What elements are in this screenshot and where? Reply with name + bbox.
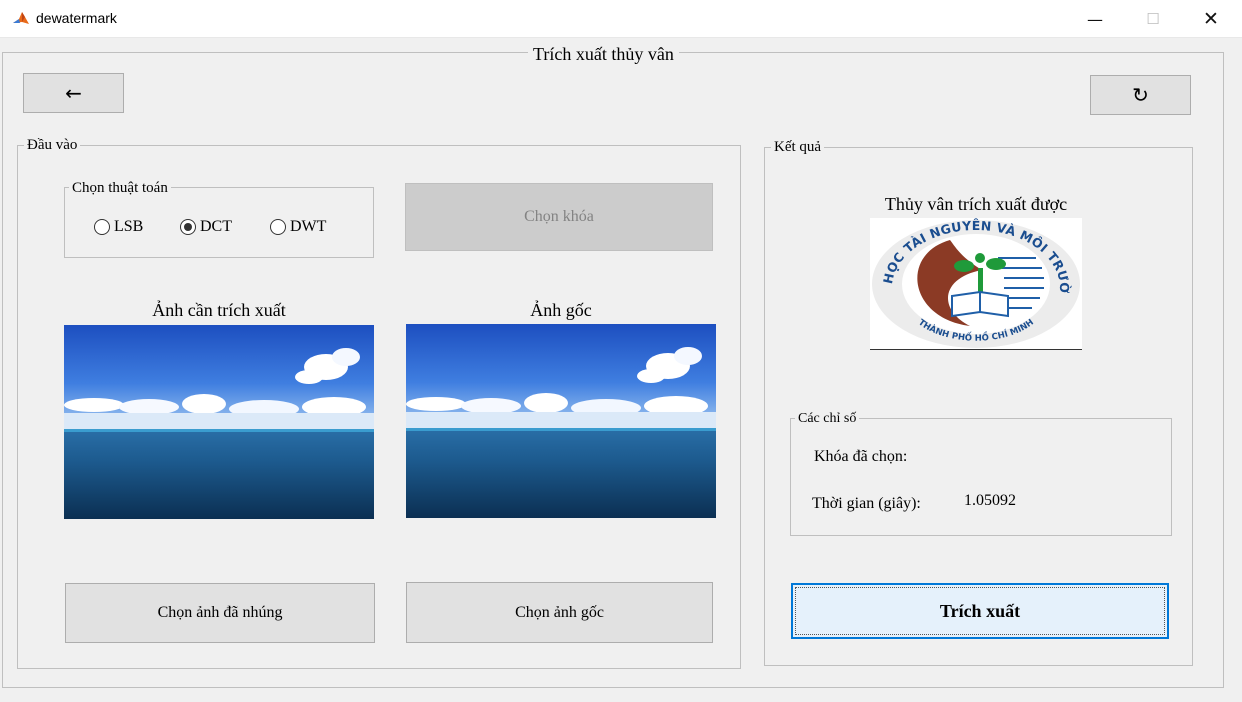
metrics-group-title: Các chỉ số bbox=[795, 412, 860, 426]
radio-dct-circle bbox=[180, 219, 196, 235]
refresh-icon: ↻ bbox=[1132, 83, 1149, 107]
extracted-watermark-image: ĐẠI HỌC TÀI NGUYÊN VÀ MÔI TRƯỜNG THÀNH P… bbox=[870, 218, 1082, 350]
extract-button[interactable]: Trích xuất bbox=[791, 583, 1169, 639]
radio-dwt-label: DWT bbox=[290, 218, 327, 235]
choose-key-button: Chọn khóa bbox=[405, 183, 713, 251]
radio-lsb[interactable]: LSB bbox=[94, 218, 143, 236]
back-arrow-icon: ← bbox=[65, 81, 82, 105]
selected-key-label: Khóa đã chọn: bbox=[814, 448, 908, 465]
original-image bbox=[406, 324, 716, 518]
maximize-button[interactable]: ☐ bbox=[1124, 0, 1182, 38]
window-titlebar: dewatermark — ☐ ✕ bbox=[0, 0, 1242, 38]
metrics-group: Các chỉ số bbox=[790, 412, 1172, 536]
time-value: 1.05092 bbox=[964, 492, 1016, 509]
window-title: dewatermark bbox=[36, 10, 117, 26]
reset-button[interactable]: ↻ bbox=[1090, 75, 1191, 115]
radio-dct[interactable]: DCT bbox=[180, 218, 232, 236]
radio-dwt[interactable]: DWT bbox=[270, 218, 326, 236]
choose-original-image-button[interactable]: Chọn ảnh gốc bbox=[406, 582, 713, 643]
radio-dct-label: DCT bbox=[200, 218, 232, 235]
choose-embedded-image-button[interactable]: Chọn ảnh đã nhúng bbox=[65, 583, 375, 643]
time-label: Thời gian (giây): bbox=[812, 495, 921, 512]
watermark-label: Thủy vân trích xuất được bbox=[884, 194, 1068, 214]
close-button[interactable]: ✕ bbox=[1182, 0, 1240, 38]
back-button[interactable]: ← bbox=[23, 73, 124, 113]
algorithm-group-title: Chọn thuật toán bbox=[69, 181, 171, 196]
original-image-label: Ảnh gốc bbox=[530, 300, 592, 320]
radio-dwt-circle bbox=[270, 219, 286, 235]
embedded-image bbox=[64, 325, 374, 519]
input-panel-title: Đầu vào bbox=[24, 138, 81, 153]
main-panel-title: Trích xuất thủy vân bbox=[528, 45, 679, 63]
radio-lsb-label: LSB bbox=[114, 218, 144, 235]
minimize-button[interactable]: — bbox=[1066, 0, 1124, 38]
embedded-image-label: Ảnh cần trích xuất bbox=[152, 300, 286, 320]
radio-lsb-circle bbox=[94, 219, 110, 235]
matlab-icon bbox=[11, 9, 31, 29]
result-panel-title: Kết quả bbox=[771, 140, 825, 155]
